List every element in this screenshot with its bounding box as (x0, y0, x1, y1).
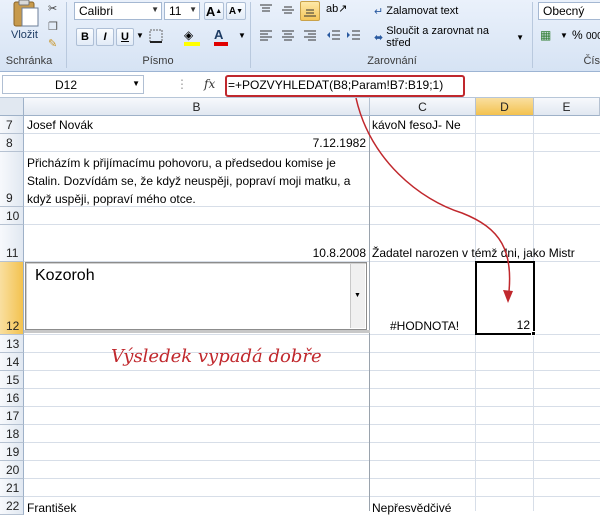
annotation-arrow (355, 97, 513, 303)
